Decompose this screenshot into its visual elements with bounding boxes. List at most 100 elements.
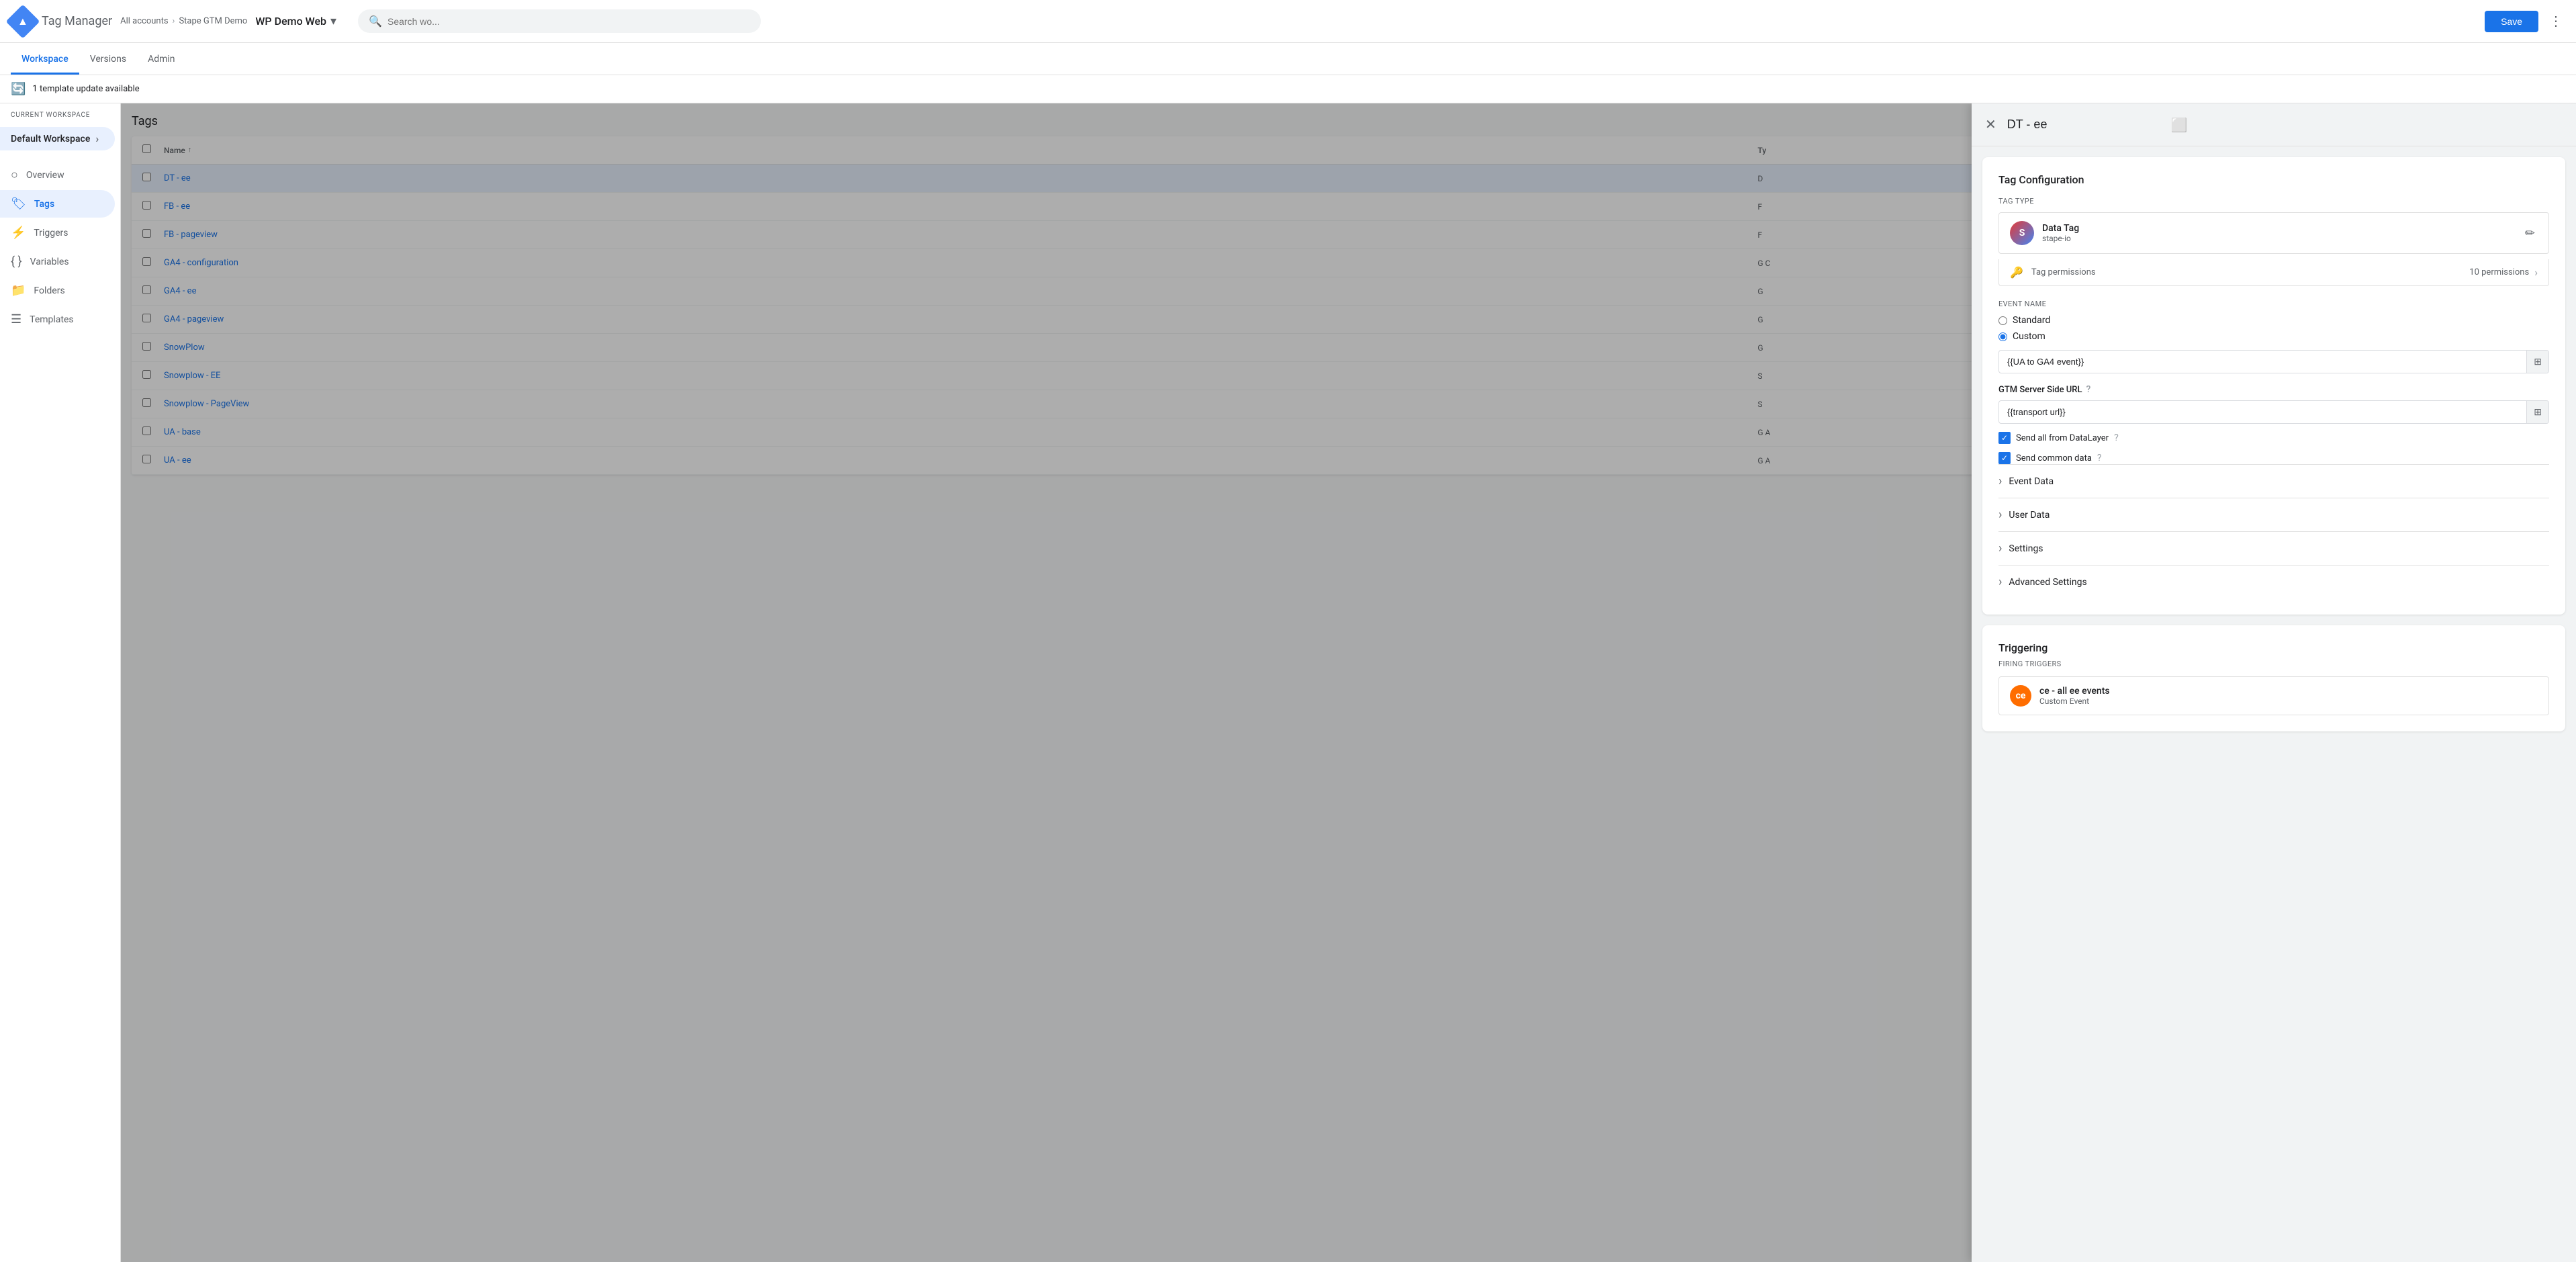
send-common-row[interactable]: Send common data ?: [1998, 452, 2549, 464]
sidebar-item-folders-label: Folders: [34, 285, 64, 296]
workspace-selector[interactable]: WP Demo Web ▾: [255, 14, 336, 28]
radio-custom-label: Custom: [2013, 331, 2045, 342]
tags-icon: 🏷: [11, 197, 26, 211]
logo-letter: ▲: [17, 15, 28, 28]
send-datalayer-label: Send all from DataLayer: [2016, 433, 2109, 443]
firing-triggers-label: Firing Triggers: [1998, 660, 2549, 668]
sidebar-item-folders[interactable]: 📁 Folders: [0, 277, 115, 304]
radio-custom[interactable]: Custom: [1998, 331, 2549, 342]
tag-type-name: Data Tag: [2042, 223, 2522, 234]
templates-icon: ☰: [11, 312, 21, 326]
send-common-checkbox[interactable]: [1998, 452, 2011, 464]
user-data-section[interactable]: › User Data: [1998, 498, 2549, 531]
save-button[interactable]: Save: [2485, 11, 2538, 32]
send-datalayer-checkbox[interactable]: [1998, 432, 2011, 444]
search-input[interactable]: [387, 16, 750, 27]
modal-panel: ✕ ⬜ Tag Configuration Tag Type S Data Ta…: [1972, 103, 2576, 1262]
event-name-label: Event Name: [1998, 300, 2549, 308]
sidebar-item-variables[interactable]: { } Variables: [0, 248, 115, 275]
search-bar[interactable]: 🔍: [358, 9, 761, 33]
send-common-help-icon[interactable]: ?: [2097, 453, 2102, 463]
app-name: Tag Manager: [42, 14, 112, 28]
event-data-label: Event Data: [2009, 476, 2054, 487]
sidebar-item-overview[interactable]: ○ Overview: [0, 161, 115, 189]
tag-config-title: Tag Configuration: [1998, 173, 2549, 186]
trigger-name: ce - all ee events: [2039, 686, 2538, 696]
settings-label: Settings: [2009, 543, 2043, 554]
key-icon: 🔑: [2010, 266, 2023, 279]
gtm-url-input-wrapper: ⊞: [1998, 400, 2549, 424]
gtm-url-section: GTM Server Side URL ? ⊞: [1998, 384, 2549, 424]
radio-standard[interactable]: Standard: [1998, 315, 2549, 326]
sidebar-item-tags[interactable]: 🏷 Tags: [0, 190, 115, 218]
tab-admin[interactable]: Admin: [137, 46, 185, 75]
update-icon: 🔄: [11, 82, 26, 96]
sidebar-item-tags-label: Tags: [34, 199, 54, 210]
permissions-count: 10 permissions: [2469, 267, 2529, 277]
gtm-url-input[interactable]: [1999, 402, 2526, 422]
app-logo[interactable]: ▲ Tag Manager: [11, 9, 112, 34]
banner-text: 1 template update available: [32, 84, 139, 94]
event-name-variable-button[interactable]: ⊞: [2526, 351, 2548, 373]
logo-diamond: ▲: [6, 4, 40, 38]
sidebar-workspace-name[interactable]: Default Workspace ›: [0, 127, 115, 150]
template-update-banner[interactable]: 🔄 1 template update available: [0, 75, 2576, 103]
radio-standard-label: Standard: [2013, 315, 2050, 326]
event-name-input-wrapper: ⊞: [1998, 350, 2549, 373]
gtm-url-label: GTM Server Side URL: [1998, 385, 2082, 395]
send-datalayer-help-icon[interactable]: ?: [2114, 433, 2119, 443]
trigger-info: ce - all ee events Custom Event: [2039, 686, 2538, 706]
tag-type-sub: stape-io: [2042, 234, 2522, 243]
trigger-icon: ce: [2010, 685, 2031, 707]
tag-type-logo: S: [2010, 221, 2034, 245]
gtm-url-variable-button[interactable]: ⊞: [2526, 401, 2548, 423]
topbar-right: Save ⋮: [2485, 10, 2565, 32]
sidebar-item-templates-label: Templates: [30, 314, 74, 325]
tab-workspace[interactable]: Workspace: [11, 46, 79, 75]
trigger-row[interactable]: ce ce - all ee events Custom Event: [1998, 676, 2549, 715]
tag-type-row[interactable]: S Data Tag stape-io ✏: [1998, 212, 2549, 254]
folders-icon: 📁: [11, 283, 26, 298]
sidebar-item-variables-label: Variables: [30, 257, 69, 267]
modal-close-button[interactable]: ✕: [1982, 114, 1999, 136]
trigger-type: Custom Event: [2039, 696, 2538, 706]
permissions-row[interactable]: 🔑 Tag permissions 10 permissions ›: [1998, 259, 2549, 286]
radio-standard-input[interactable]: [1998, 316, 2007, 325]
workspace-selector-label: WP Demo Web: [255, 15, 326, 28]
folder-icon[interactable]: ⬜: [2171, 117, 2188, 133]
sidebar-item-triggers[interactable]: ⚡ Triggers: [0, 219, 115, 246]
advanced-settings-section[interactable]: › Advanced Settings: [1998, 565, 2549, 598]
event-data-section[interactable]: › Event Data: [1998, 464, 2549, 498]
sidebar-item-templates[interactable]: ☰ Templates: [0, 306, 115, 333]
gtm-url-help-icon[interactable]: ?: [2086, 384, 2091, 395]
triggering-title: Triggering: [1998, 641, 2549, 654]
chevron-down-icon: ▾: [330, 14, 336, 28]
permissions-arrow-icon: ›: [2534, 266, 2538, 279]
sidebar-nav: ○ Overview 🏷 Tags ⚡ Triggers { } Variabl…: [0, 156, 120, 339]
main-layout: CURRENT WORKSPACE Default Workspace › ○ …: [0, 103, 2576, 1262]
send-common-label: Send common data: [2016, 453, 2092, 463]
advanced-settings-chevron-icon: ›: [1998, 575, 2002, 589]
advanced-settings-label: Advanced Settings: [2009, 577, 2086, 588]
overview-icon: ○: [11, 168, 18, 182]
event-name-input[interactable]: [1999, 351, 2526, 372]
breadcrumb-all-accounts[interactable]: All accounts: [120, 16, 168, 26]
permissions-label: Tag permissions: [2031, 267, 2469, 277]
breadcrumb-account[interactable]: Stape GTM Demo: [179, 16, 247, 26]
event-name-section: Event Name Standard Custom ⊞: [1998, 300, 2549, 373]
send-datalayer-row[interactable]: Send all from DataLayer ?: [1998, 432, 2549, 444]
triggers-icon: ⚡: [11, 226, 26, 240]
more-options-button[interactable]: ⋮: [2546, 10, 2565, 32]
settings-section[interactable]: › Settings: [1998, 531, 2549, 565]
tag-type-edit-button[interactable]: ✏: [2522, 224, 2538, 243]
tag-type-label: Tag Type: [1998, 197, 2549, 206]
main-tabs: Workspace Versions Admin: [0, 43, 2576, 75]
radio-custom-input[interactable]: [1998, 332, 2007, 341]
tab-versions[interactable]: Versions: [79, 46, 137, 75]
topbar: ▲ Tag Manager All accounts › Stape GTM D…: [0, 0, 2576, 43]
collapsible-sections: › Event Data › User Data › Settings › Ad…: [1998, 464, 2549, 598]
radio-group: Standard Custom: [1998, 315, 2549, 342]
breadcrumb: All accounts › Stape GTM Demo: [120, 16, 247, 26]
tag-name-input[interactable]: [2007, 118, 2163, 132]
sidebar-item-triggers-label: Triggers: [34, 228, 68, 238]
